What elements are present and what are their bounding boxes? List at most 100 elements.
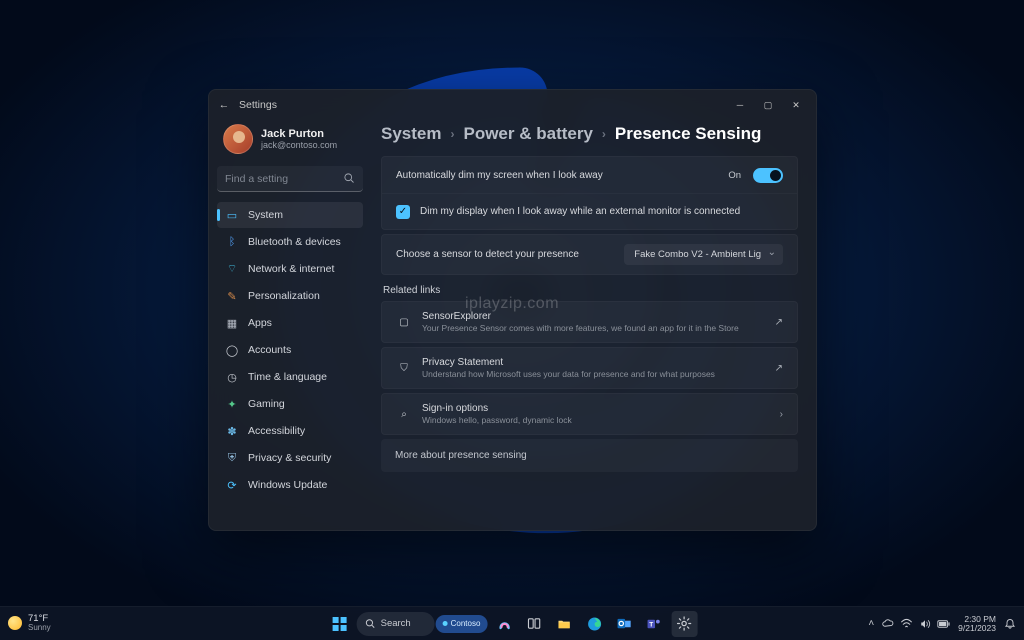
sidebar-item-label: Privacy & security bbox=[248, 452, 331, 464]
tray-chevron-icon[interactable]: ˄ bbox=[868, 618, 874, 629]
taskbar: 71°F Sunny Search Contoso T ˄ bbox=[0, 606, 1024, 640]
taskbar-search[interactable]: Search bbox=[357, 612, 435, 636]
shield-icon: ⛨ bbox=[225, 451, 239, 465]
search-box[interactable] bbox=[217, 166, 363, 192]
link-title: Privacy Statement bbox=[422, 357, 715, 368]
link-sub: Windows hello, password, dynamic lock bbox=[422, 415, 572, 425]
apps-icon: ▦ bbox=[225, 316, 239, 330]
teams-icon[interactable]: T bbox=[641, 611, 667, 637]
svg-text:T: T bbox=[650, 621, 654, 628]
weather-cond: Sunny bbox=[28, 624, 51, 632]
start-button[interactable] bbox=[327, 611, 353, 637]
breadcrumb-power[interactable]: Power & battery bbox=[463, 124, 592, 144]
link-sub: Your Presence Sensor comes with more fea… bbox=[422, 323, 739, 333]
sidebar-item-privacy[interactable]: ⛨ Privacy & security bbox=[217, 445, 363, 471]
open-external-icon: ↗ bbox=[775, 363, 783, 374]
close-button[interactable]: ✕ bbox=[782, 90, 810, 120]
taskbar-search-label: Search bbox=[381, 618, 411, 629]
sidebar-item-label: Gaming bbox=[248, 398, 285, 410]
titlebar: ← Settings ─ ▢ ✕ bbox=[209, 90, 816, 120]
sensor-label: Choose a sensor to detect your presence bbox=[396, 249, 579, 260]
sidebar-item-label: Windows Update bbox=[248, 479, 327, 491]
taskbar-search-pill[interactable]: Contoso bbox=[436, 615, 488, 633]
sidebar-item-label: Network & internet bbox=[248, 263, 334, 275]
sensor-card: Choose a sensor to detect your presence … bbox=[381, 234, 798, 275]
onedrive-icon bbox=[882, 618, 894, 630]
taskbar-right: ˄ 2:30 PM 9/21/2023 bbox=[868, 615, 1016, 633]
breadcrumb: System › Power & battery › Presence Sens… bbox=[381, 120, 798, 156]
sensor-explorer-card[interactable]: ▢ SensorExplorer Your Presence Sensor co… bbox=[381, 301, 798, 343]
settings-taskbar-icon[interactable] bbox=[671, 611, 697, 637]
clock-icon: ◷ bbox=[225, 370, 239, 384]
sidebar: Jack Purton jack@contoso.com ▭ System ᛒBl… bbox=[209, 120, 371, 530]
settings-window: ← Settings ─ ▢ ✕ Jack Purton jack@contos… bbox=[208, 89, 817, 531]
gaming-icon: ✦ bbox=[225, 397, 239, 411]
sidebar-item-gaming[interactable]: ✦ Gaming bbox=[217, 391, 363, 417]
sidebar-item-personalization[interactable]: ✎ Personalization bbox=[217, 283, 363, 309]
search-input[interactable] bbox=[217, 166, 363, 192]
sidebar-item-accounts[interactable]: ◯Accounts bbox=[217, 337, 363, 363]
task-view-icon[interactable] bbox=[521, 611, 547, 637]
brush-icon: ✎ bbox=[225, 289, 239, 303]
back-button[interactable]: ← bbox=[215, 99, 233, 111]
link-title: SensorExplorer bbox=[422, 311, 739, 322]
sensor-dropdown[interactable]: Fake Combo V2 - Ambient Lig bbox=[624, 244, 783, 265]
window-title: Settings bbox=[239, 99, 277, 111]
sidebar-item-accessibility[interactable]: ✽Accessibility bbox=[217, 418, 363, 444]
volume-icon bbox=[919, 618, 931, 630]
more-label: More about presence sensing bbox=[395, 450, 527, 461]
key-icon: ⌕ bbox=[396, 409, 412, 420]
chevron-right-icon: › bbox=[602, 127, 606, 141]
chevron-right-icon: › bbox=[450, 127, 454, 141]
taskbar-clock[interactable]: 2:30 PM 9/21/2023 bbox=[958, 615, 996, 633]
outlook-icon[interactable] bbox=[611, 611, 637, 637]
sidebar-item-system[interactable]: ▭ System bbox=[217, 202, 363, 228]
explorer-icon[interactable] bbox=[551, 611, 577, 637]
wifi-icon: ⌔ bbox=[225, 262, 239, 276]
link-sub: Understand how Microsoft uses your data … bbox=[422, 369, 715, 379]
edge-icon[interactable] bbox=[581, 611, 607, 637]
sidebar-item-network[interactable]: ⌔ Network & internet bbox=[217, 256, 363, 282]
auto-dim-row[interactable]: Automatically dim my screen when I look … bbox=[382, 157, 797, 193]
copilot-icon[interactable] bbox=[491, 611, 517, 637]
open-external-icon: ↗ bbox=[775, 317, 783, 328]
minimize-button[interactable]: ─ bbox=[726, 90, 754, 120]
person-icon: ◯ bbox=[225, 343, 239, 357]
bluetooth-icon: ᛒ bbox=[225, 235, 239, 249]
sidebar-item-label: Accessibility bbox=[248, 425, 305, 437]
chevron-right-icon: › bbox=[780, 409, 783, 420]
dim-external-label: Dim my display when I look away while an… bbox=[420, 206, 740, 217]
dot-icon bbox=[443, 621, 448, 626]
user-name: Jack Purton bbox=[261, 128, 337, 140]
update-icon: ⟳ bbox=[225, 478, 239, 492]
sun-icon bbox=[8, 616, 22, 630]
toggle-state-label: On bbox=[728, 170, 741, 181]
notifications-icon[interactable] bbox=[1004, 618, 1016, 630]
clock-date: 9/21/2023 bbox=[958, 624, 996, 633]
sidebar-item-label: System bbox=[248, 209, 283, 221]
taskbar-center: Search Contoso T bbox=[327, 611, 698, 637]
privacy-statement-card[interactable]: ⛉ Privacy Statement Understand how Micro… bbox=[381, 347, 798, 389]
dim-external-checkbox[interactable]: ✓ bbox=[396, 205, 410, 219]
avatar bbox=[223, 124, 253, 154]
system-tray[interactable] bbox=[882, 617, 950, 630]
signin-options-card[interactable]: ⌕ Sign-in options Windows hello, passwor… bbox=[381, 393, 798, 435]
dim-external-row[interactable]: ✓ Dim my display when I look away while … bbox=[382, 193, 797, 229]
user-profile[interactable]: Jack Purton jack@contoso.com bbox=[217, 120, 363, 164]
nav: ▭ System ᛒBluetooth & devices ⌔ Network & … bbox=[217, 202, 363, 498]
taskbar-weather[interactable]: 71°F Sunny bbox=[8, 614, 51, 632]
store-icon: ▢ bbox=[396, 317, 412, 328]
auto-dim-toggle[interactable] bbox=[753, 168, 783, 183]
wifi-icon bbox=[900, 617, 913, 630]
search-icon bbox=[343, 172, 355, 184]
sidebar-item-bluetooth[interactable]: ᛒBluetooth & devices bbox=[217, 229, 363, 255]
sidebar-item-update[interactable]: ⟳ Windows Update bbox=[217, 472, 363, 498]
sidebar-item-apps[interactable]: ▦Apps bbox=[217, 310, 363, 336]
more-about-card[interactable]: More about presence sensing bbox=[381, 439, 798, 472]
breadcrumb-system[interactable]: System bbox=[381, 124, 441, 144]
maximize-button[interactable]: ▢ bbox=[754, 90, 782, 120]
sensor-row: Choose a sensor to detect your presence … bbox=[382, 235, 797, 274]
sidebar-item-time[interactable]: ◷Time & language bbox=[217, 364, 363, 390]
display-icon: ▭ bbox=[225, 208, 239, 222]
sidebar-item-label: Personalization bbox=[248, 290, 320, 302]
